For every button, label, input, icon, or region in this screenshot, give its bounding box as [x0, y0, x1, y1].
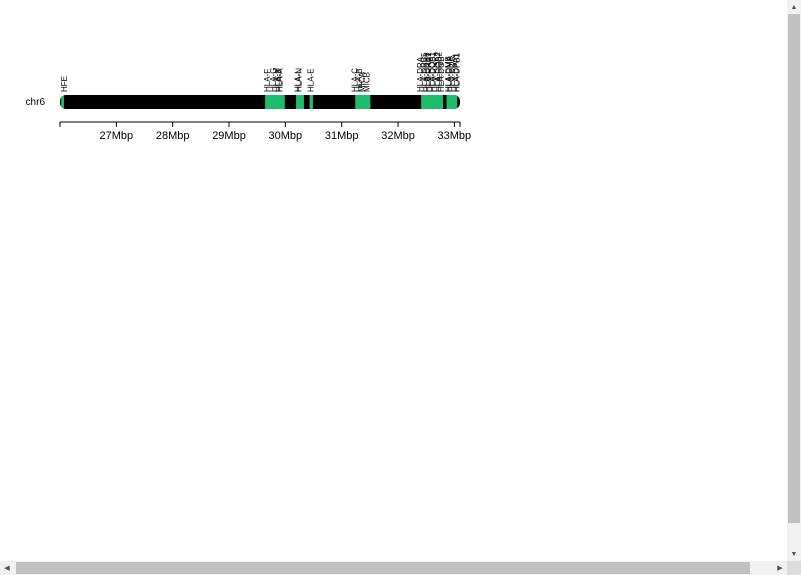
vertical-scrollbar[interactable]: ▲ ▼: [787, 0, 801, 561]
gene-label-5[interactable]: HLA-A: [275, 68, 284, 92]
gene-labels: HFE HLA-FHLA-GHLA-HHLA-JHLA-A HLA-LHLA-N HL…: [60, 51, 461, 92]
x-tick-label-1: 28Mbp: [156, 130, 190, 142]
x-tick-label-0: 27Mbp: [100, 130, 134, 142]
highlight-region-5[interactable]: [421, 95, 444, 109]
highlight-region-2[interactable]: [296, 95, 304, 109]
x-tick-label-4: 31Mbp: [325, 130, 359, 142]
horizontal-scroll-thumb[interactable]: [16, 562, 750, 574]
scroll-down-icon[interactable]: ▼: [787, 547, 801, 561]
highlight-region-0[interactable]: [61, 95, 64, 109]
gene-label-8[interactable]: HLA-E: [306, 68, 315, 92]
x-tick-label-2: 29Mbp: [212, 130, 246, 142]
highlight-region-4[interactable]: [355, 95, 371, 109]
scroll-right-icon[interactable]: ▶: [773, 561, 787, 575]
x-tick-label-3: 30Mbp: [269, 130, 303, 142]
vertical-scroll-thumb[interactable]: [788, 14, 800, 523]
scroll-up-icon[interactable]: ▲: [787, 0, 801, 14]
x-tick-label-6: 33Mbp: [438, 130, 472, 142]
x-tick-label-5: 32Mbp: [381, 130, 415, 142]
highlight-region-3[interactable]: [309, 95, 313, 109]
horizontal-scrollbar[interactable]: ◀ ▶: [0, 561, 787, 575]
gene-label-12[interactable]: MICB: [363, 72, 372, 92]
gene-label-0[interactable]: HFE: [60, 76, 69, 92]
gene-label-26[interactable]: HLA-DPB1: [452, 52, 461, 92]
scroll-left-icon[interactable]: ◀: [0, 561, 14, 575]
chromosome-bar[interactable]: [60, 95, 460, 109]
chromosome-body[interactable]: [60, 95, 460, 109]
ideogram-chart: chr6 HFE HLA-FHLA-GHLA-HHLA-JHLA-A HLA-LHL…: [26, 51, 472, 142]
scrollbar-corner: [787, 561, 801, 575]
highlight-region-1[interactable]: [265, 95, 285, 109]
x-axis: 27Mbp 28Mbp 29Mbp 30Mbp 31Mbp 32Mbp 33Mbp: [59, 121, 472, 142]
chromosome-label: chr6: [26, 97, 46, 108]
highlight-region-6[interactable]: [446, 95, 458, 109]
gene-label-7[interactable]: HLA-N: [295, 68, 304, 92]
